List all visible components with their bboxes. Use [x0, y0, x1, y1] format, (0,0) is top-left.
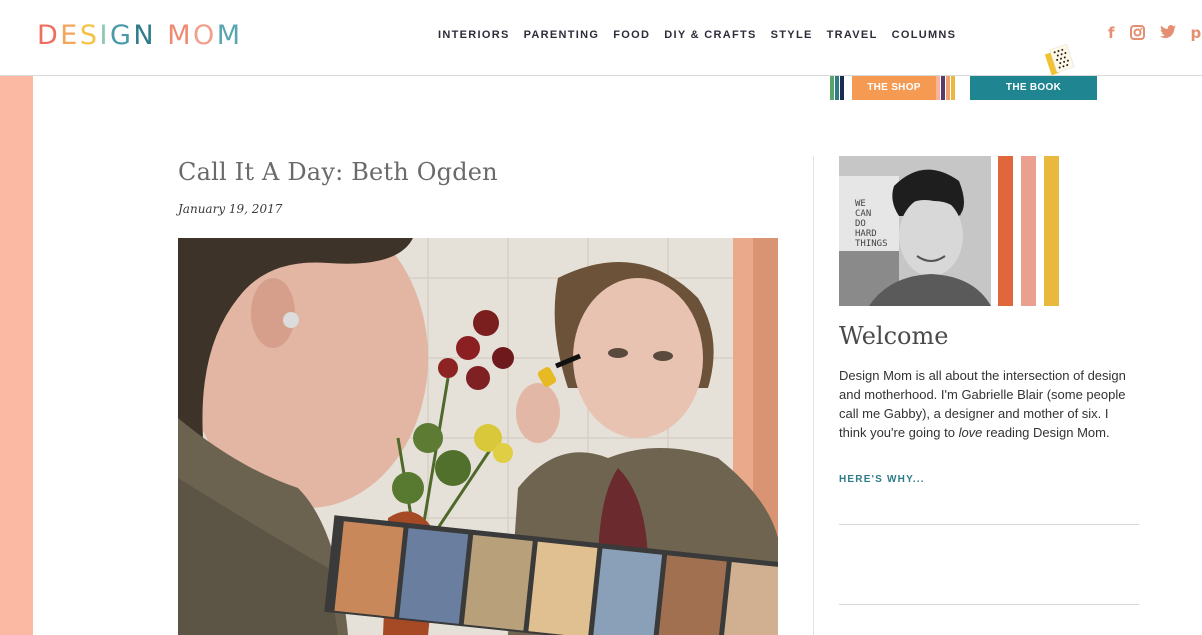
nav-item-diy-crafts[interactable]: DIY & CRAFTS: [664, 28, 756, 42]
logo-letter: [156, 20, 167, 51]
logo-letter: I: [99, 20, 110, 51]
the-book-button[interactable]: THE BOOK: [970, 76, 1097, 100]
welcome-heading: Welcome: [839, 322, 949, 350]
nav-item-parenting[interactable]: PARENTING: [524, 28, 600, 42]
pinterest-icon[interactable]: p: [1191, 25, 1202, 44]
logo-letter: O: [193, 20, 217, 51]
nav-item-travel[interactable]: TRAVEL: [827, 28, 878, 42]
logo-letter: M: [216, 20, 243, 51]
sidebar-decorative-stripes: [998, 156, 1059, 306]
sidebar-stripe: [998, 156, 1013, 306]
svg-text:THINGS: THINGS: [855, 239, 888, 249]
sidebar-divider: [839, 604, 1139, 605]
svg-text:HARD: HARD: [855, 229, 877, 239]
heres-why-link[interactable]: HERE'S WHY...: [839, 474, 925, 485]
logo-letter: M: [167, 20, 193, 51]
svg-text:WE: WE: [855, 199, 866, 209]
nav-item-interiors[interactable]: INTERIORS: [438, 28, 510, 42]
post-hero-image[interactable]: [178, 238, 778, 635]
nav-item-columns[interactable]: COLUMNS: [892, 28, 957, 42]
post-date: January 19, 2017: [178, 202, 283, 216]
content-sidebar-divider: [813, 156, 814, 635]
the-shop-button[interactable]: THE SHOP: [852, 76, 936, 100]
shop-stripes-left: [830, 76, 850, 100]
site-logo[interactable]: DESIGN MOM: [37, 20, 243, 52]
welcome-text: Design Mom is all about the intersection…: [839, 368, 1126, 440]
nav-item-food[interactable]: FOOD: [613, 28, 650, 42]
logo-letter: E: [60, 20, 80, 51]
sidebar-divider: [839, 524, 1139, 525]
social-links: f p: [1108, 25, 1201, 44]
logo-letter: S: [79, 20, 100, 51]
svg-text:CAN: CAN: [855, 209, 871, 219]
shop-stripes-right: [936, 76, 956, 100]
book-illustration-icon: [1043, 42, 1077, 76]
post-title[interactable]: Call It A Day: Beth Ogden: [178, 158, 498, 186]
facebook-icon[interactable]: f: [1108, 25, 1115, 44]
svg-text:DO: DO: [855, 219, 866, 229]
left-decorative-stripe: [0, 76, 33, 635]
author-portrait[interactable]: WE CAN DO HARD THINGS: [839, 156, 991, 306]
sidebar-stripe: [1021, 156, 1036, 306]
nav-item-style[interactable]: STYLE: [771, 28, 813, 42]
logo-letter: G: [109, 20, 134, 51]
logo-letter: N: [133, 20, 157, 51]
logo-letter: D: [37, 20, 61, 51]
sidebar-stripe: [1044, 156, 1059, 306]
instagram-icon[interactable]: [1129, 25, 1145, 44]
main-nav: INTERIORS PARENTING FOOD DIY & CRAFTS ST…: [438, 28, 970, 42]
site-header: DESIGN MOM INTERIORS PARENTING FOOD DIY …: [0, 0, 1202, 76]
twitter-icon[interactable]: [1159, 25, 1176, 44]
